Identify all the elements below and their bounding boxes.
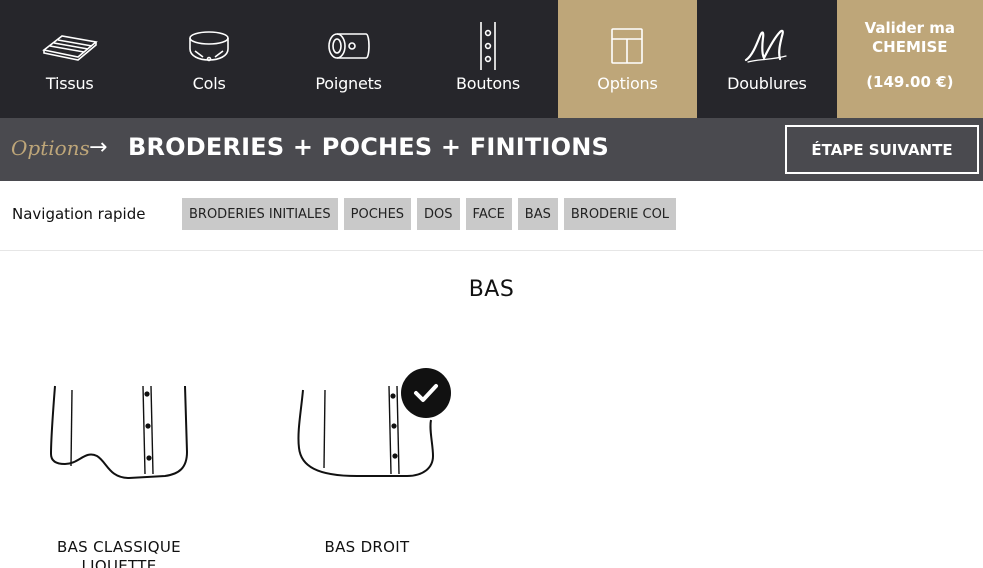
monogram-icon (742, 20, 792, 72)
chip-dos[interactable]: DOS (417, 198, 460, 230)
nav-item-label: Poignets (315, 74, 382, 93)
shirt-hem-curved-icon (9, 372, 229, 506)
quick-navigation: Navigation rapide BRODERIES INITIALES PO… (0, 181, 983, 251)
validate-shirt-button[interactable]: Valider ma CHEMISE (149.00 €) (836, 0, 983, 118)
options-icon (610, 20, 644, 72)
nav-item-label: Options (597, 74, 658, 93)
step-category: Options (11, 136, 90, 160)
chip-poches[interactable]: POCHES (343, 198, 412, 230)
fabric-icon (40, 20, 100, 72)
quick-navigation-label: Navigation rapide (12, 205, 146, 223)
nav-item-poignets[interactable]: Poignets (279, 0, 418, 118)
top-nav: Tissus Cols Poignets Boutons Options Dou… (0, 0, 983, 118)
option-bas-classique-liquette[interactable]: BAS CLASSIQUE LIQUETTE (9, 372, 229, 568)
arrow-right-icon: → (89, 135, 108, 160)
nav-item-label: Tissus (45, 74, 94, 93)
nav-item-boutons[interactable]: Boutons (418, 0, 557, 118)
option-caption: BAS DROIT (324, 538, 410, 556)
chip-bas[interactable]: BAS (517, 198, 558, 230)
quick-navigation-chips: BRODERIES INITIALES POCHES DOS FACE BAS … (182, 198, 677, 230)
nav-item-label: Doublures (727, 74, 807, 93)
chip-broderie-col[interactable]: BRODERIE COL (563, 198, 677, 230)
cuff-icon (326, 20, 372, 72)
option-bas-droit[interactable]: BAS DROIT (257, 368, 477, 568)
option-caption: BAS CLASSIQUE LIQUETTE (57, 538, 181, 568)
chip-broderies-initiales[interactable]: BRODERIES INITIALES (182, 198, 338, 230)
nav-item-tissus[interactable]: Tissus (0, 0, 139, 118)
chip-face[interactable]: FACE (465, 198, 512, 230)
validate-line1: Valider ma (864, 19, 956, 37)
selected-check-icon (401, 368, 451, 418)
nav-item-label: Cols (192, 74, 226, 93)
collar-icon (187, 20, 231, 72)
step-title: BRODERIES + POCHES + FINITIONS (128, 133, 610, 161)
step-header: Options → BRODERIES + POCHES + FINITIONS… (0, 118, 983, 181)
nav-item-cols[interactable]: Cols (139, 0, 278, 118)
nav-item-doublures[interactable]: Doublures (697, 0, 836, 118)
total-price: (149.00 €) (866, 73, 954, 91)
validate-line2: CHEMISE (872, 38, 948, 56)
next-step-button[interactable]: ÉTAPE SUIVANTE (785, 125, 979, 174)
section-title: BAS (468, 277, 515, 302)
nav-item-options[interactable]: Options (557, 0, 698, 118)
buttons-icon (478, 20, 498, 72)
nav-item-label: Boutons (456, 74, 521, 93)
